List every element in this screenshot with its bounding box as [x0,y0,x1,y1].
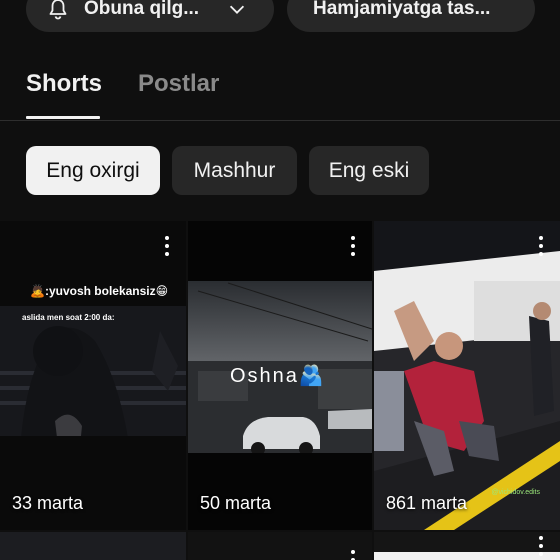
short-watermark: @vichidov.edits [491,489,540,496]
tabs-divider [0,120,560,121]
shorts-grid: 🙇:yuvosh bolekansiz😁 aslida men soat 2:0… [0,221,560,560]
subscribe-label: Obuna qilg... [84,0,200,19]
active-tab-indicator [26,116,100,119]
chip-latest[interactable]: Eng oxirgi [26,146,160,195]
more-vert-icon[interactable] [350,550,356,560]
more-vert-icon[interactable] [350,236,356,256]
short-card[interactable]: Oshna🫂 50 marta [188,221,372,530]
short-card[interactable] [188,532,372,560]
community-label: Hamjamiyatga tas... [313,0,491,19]
short-card[interactable] [374,532,560,560]
short-thumbnail [0,221,186,530]
more-vert-icon[interactable] [538,236,544,256]
short-subcaption: aslida men soat 2:00 da: [22,313,115,322]
tab-posts[interactable]: Postlar [138,70,219,98]
short-card[interactable] [0,532,186,560]
chip-oldest[interactable]: Eng eski [309,146,429,195]
subscribe-button[interactable]: Obuna qilg... [26,0,274,32]
view-count: 33 marta [12,493,84,513]
short-caption: Oshna🫂 [230,365,326,387]
channel-tabs: Shorts Postlar [0,62,560,120]
view-count: 861 marta [386,493,468,513]
short-thumbnail [374,221,560,530]
community-button[interactable]: Hamjamiyatga tas... [287,0,535,32]
short-card[interactable]: 🙇:yuvosh bolekansiz😁 aslida men soat 2:0… [0,221,186,530]
view-count: 50 marta [200,493,272,513]
chip-popular[interactable]: Mashhur [172,146,297,195]
more-vert-icon[interactable] [538,536,544,556]
short-thumbnail [374,552,560,560]
bell-icon [46,0,72,22]
short-card[interactable]: @vichidov.edits 861 marta [374,221,560,530]
short-caption: 🙇:yuvosh bolekansiz😁 [30,284,169,298]
more-vert-icon[interactable] [164,236,170,256]
channel-action-bar: Obuna qilg... Hamjamiyatga tas... [0,0,560,34]
chevron-down-icon [226,0,250,21]
tab-shorts[interactable]: Shorts [26,70,102,98]
